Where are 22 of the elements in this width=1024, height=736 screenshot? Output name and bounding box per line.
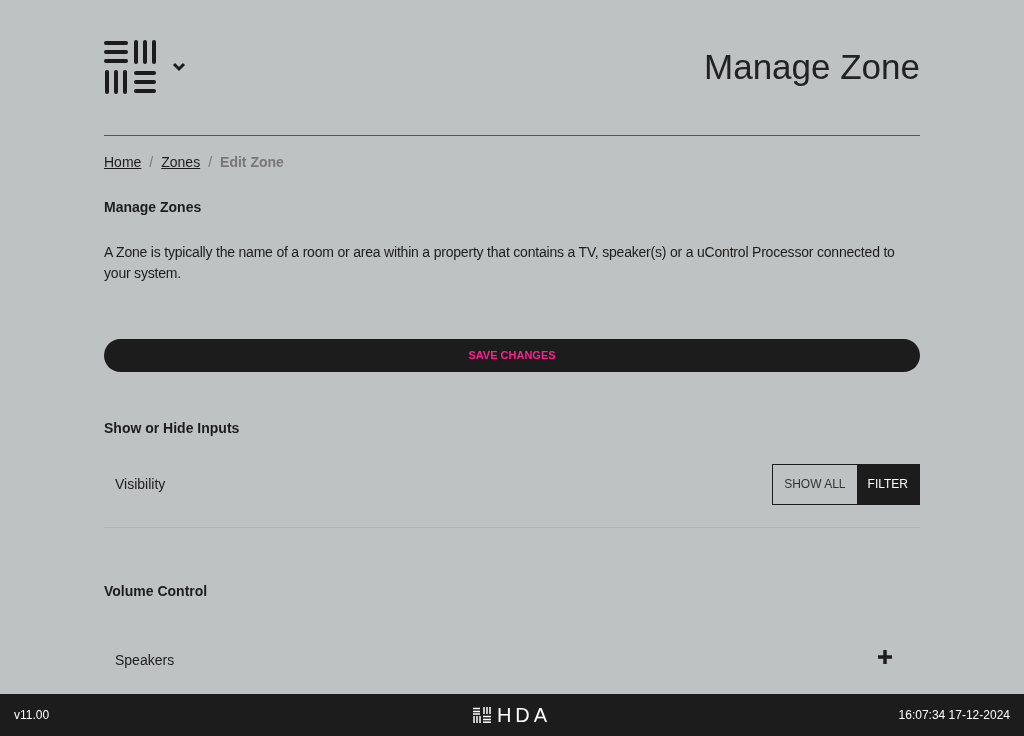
- breadcrumb-separator: /: [149, 153, 154, 172]
- brand-name: HDA: [496, 703, 552, 728]
- speakers-label: Speakers: [114, 651, 175, 670]
- section-description: A Zone is typically the name of a room or area within a property that contains a TV, speaker(s) or a uControl Processor connected to your system.: [104, 243, 896, 283]
- section-heading: Manage Zones: [104, 198, 203, 217]
- breadcrumb-current: Edit Zone: [220, 153, 284, 172]
- plus-icon[interactable]: [878, 649, 892, 664]
- section-heading: Volume Control: [104, 582, 209, 601]
- breadcrumb-separator: /: [208, 153, 213, 172]
- date-time: 16:07:34 17-12-2024: [897, 707, 1010, 724]
- save-changes-button[interactable]: SAVE CHANGES: [104, 339, 920, 372]
- breadcrumb-link[interactable]: Zones: [161, 152, 201, 173]
- version-label: v11.00: [14, 707, 51, 724]
- logo-icon[interactable]: [104, 39, 158, 95]
- page-title: Manage Zone: [704, 45, 920, 88]
- breadcrumb-link[interactable]: Home: [104, 152, 142, 173]
- visibility-label: Visibility: [114, 474, 166, 494]
- section-heading: Show or Hide Inputs: [104, 419, 241, 438]
- visibility-option[interactable]: SHOW ALL: [773, 464, 857, 504]
- logo-icon: [472, 707, 491, 723]
- visibility-option[interactable]: FILTER: [856, 464, 919, 504]
- chevron-down-icon[interactable]: [172, 62, 186, 72]
